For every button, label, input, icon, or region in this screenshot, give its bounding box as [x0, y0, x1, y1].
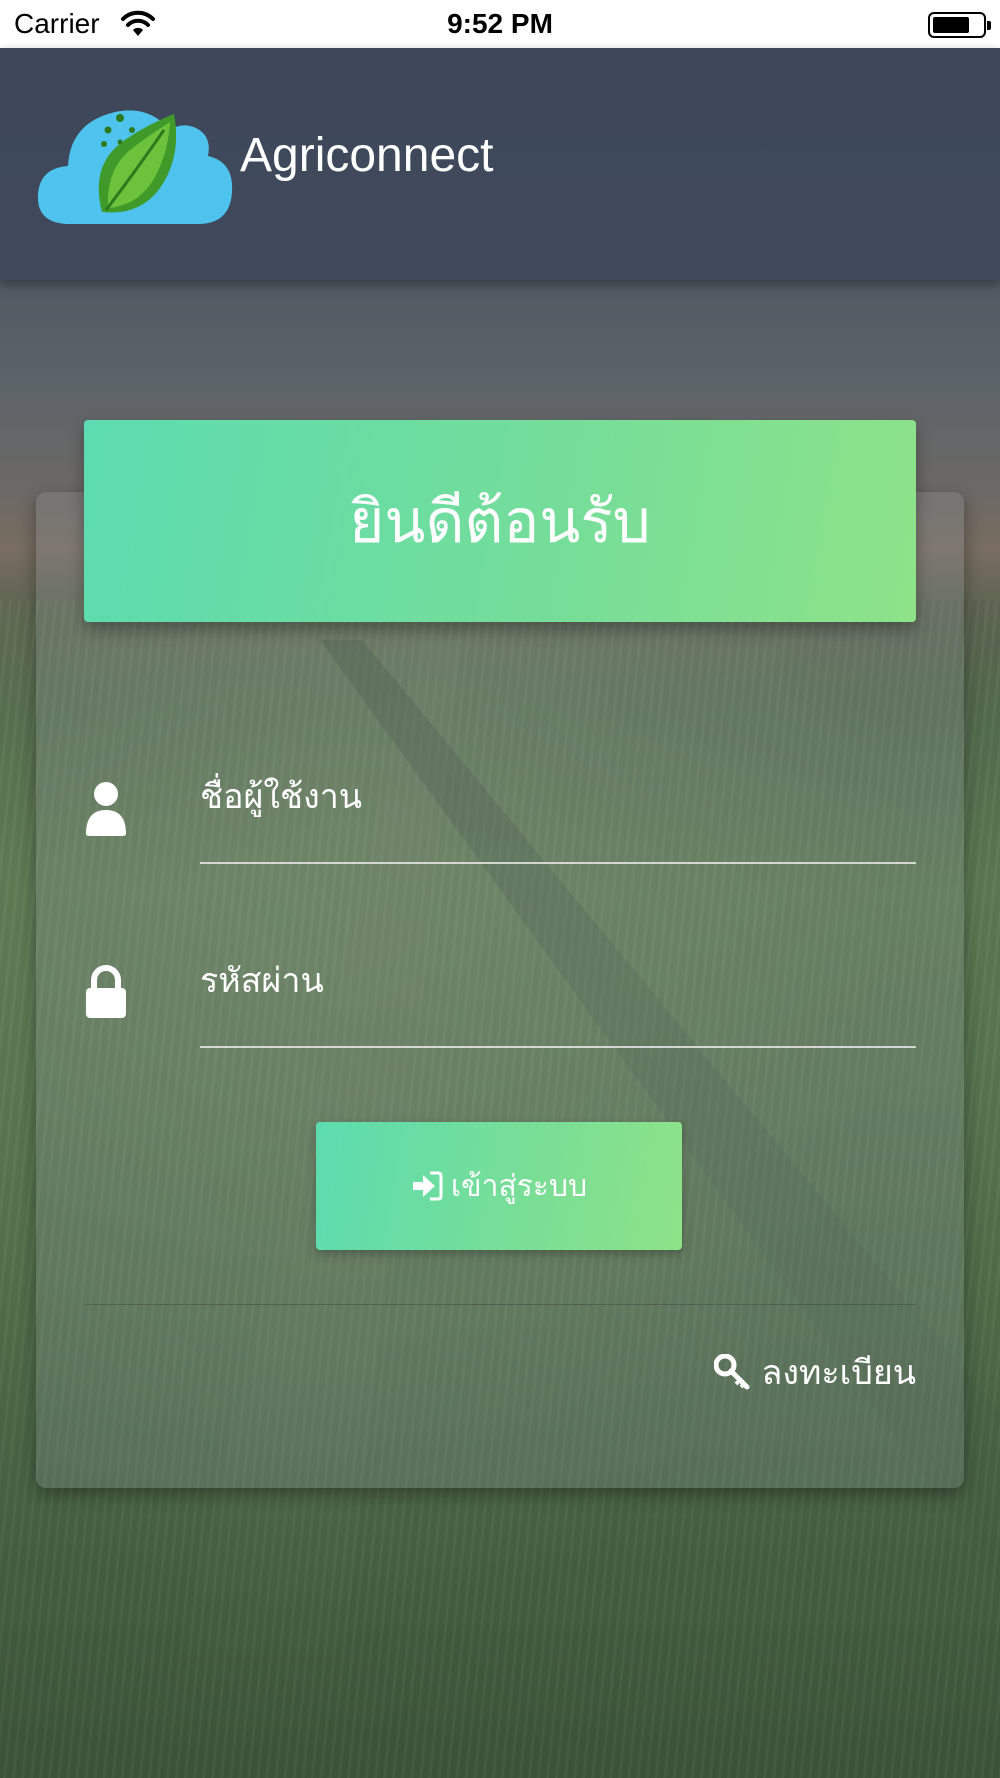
username-underline — [200, 862, 916, 864]
lock-icon — [86, 965, 126, 1018]
key-icon — [713, 1354, 750, 1390]
app-header: Agriconnect — [0, 48, 1000, 280]
login-button[interactable]: เข้าสู่ระบบ — [316, 1122, 682, 1250]
user-icon — [86, 782, 126, 836]
password-underline — [200, 1046, 916, 1048]
welcome-banner: ยินดีต้อนรับ — [84, 420, 916, 622]
register-link[interactable]: ลงทะเบียน — [713, 1350, 916, 1394]
sign-in-icon — [412, 1171, 443, 1201]
username-input[interactable] — [200, 762, 916, 832]
password-input[interactable] — [200, 946, 916, 1016]
status-bar: Carrier 9:52 PM — [0, 0, 1000, 48]
cloud-leaf-logo — [37, 110, 233, 224]
register-link-label: ลงทะเบียน — [761, 1353, 916, 1393]
clock: 9:52 PM — [447, 8, 553, 39]
app-title: Agriconnect — [240, 129, 494, 182]
welcome-title: ยินดีต้อนรับ — [349, 486, 651, 557]
battery-icon — [928, 12, 991, 38]
login-button-label: เข้าสู่ระบบ — [450, 1168, 588, 1204]
divider — [84, 1304, 916, 1305]
